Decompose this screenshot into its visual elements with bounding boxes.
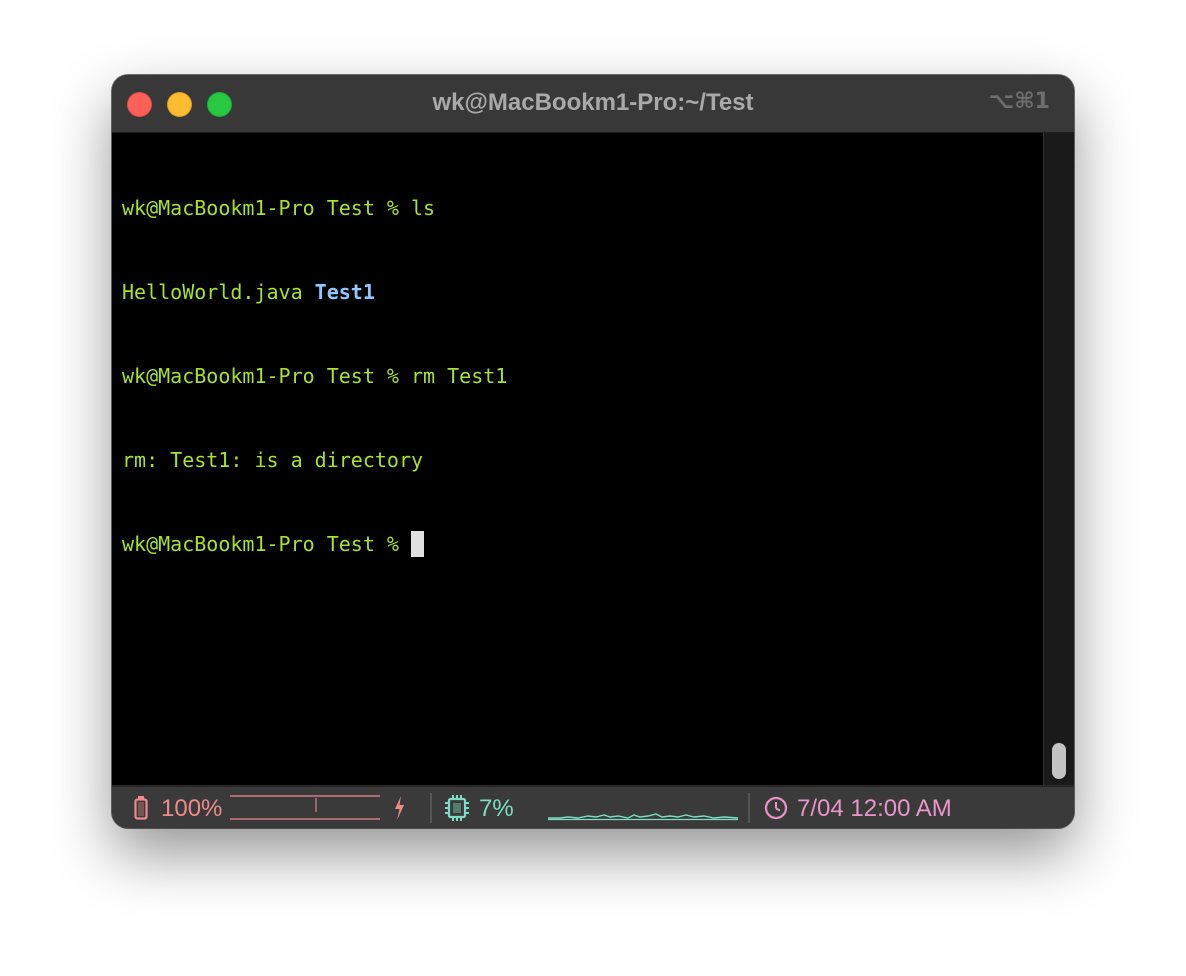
terminal-line: rm: Test1: is a directory (122, 446, 507, 474)
cpu-chip-icon (444, 794, 470, 828)
battery-percent: 100% (161, 795, 223, 822)
directory-entry: Test1 (314, 280, 375, 304)
bolt-icon (392, 795, 406, 828)
terminal-line: wk@MacBookm1-Pro Test % (122, 530, 507, 558)
title-bar[interactable]: wk@MacBookm1-Pro:~/Test ⌥⌘1 (112, 75, 1074, 133)
command-ls: wk@MacBookm1-Pro Test % ls (122, 196, 436, 220)
cpu-graph (548, 797, 740, 828)
text-cursor[interactable] (410, 531, 424, 557)
window-shortcut: ⌥⌘1 (988, 89, 1050, 114)
clock-icon (764, 795, 788, 828)
terminal-line: HelloWorld.java Test1 (122, 278, 507, 306)
scrollbar-thumb[interactable] (1052, 743, 1066, 779)
prompt: wk@MacBookm1-Pro Test % (122, 532, 411, 556)
terminal-window: wk@MacBookm1-Pro:~/Test ⌥⌘1 wk@MacBookm1… (112, 75, 1074, 828)
battery-icon (134, 795, 148, 828)
cpu-percent: 7% (479, 795, 514, 822)
status-bar: 100% 7% 7/04 12:00 AM (112, 786, 1074, 828)
terminal-output[interactable]: wk@MacBookm1-Pro Test % ls HelloWorld.ja… (112, 133, 1043, 785)
scrollbar[interactable] (1043, 133, 1074, 785)
window-title: wk@MacBookm1-Pro:~/Test (432, 89, 754, 116)
status-divider (430, 793, 432, 823)
terminal-line: wk@MacBookm1-Pro Test % ls (122, 194, 507, 222)
error-message: rm: Test1: is a directory (122, 448, 424, 472)
status-divider (748, 793, 750, 823)
file-entry: HelloWorld.java (122, 280, 303, 304)
command-rm: wk@MacBookm1-Pro Test % rm Test1 (122, 364, 508, 388)
date-time: 7/04 12:00 AM (797, 795, 952, 822)
battery-graph (230, 794, 382, 828)
terminal-line: wk@MacBookm1-Pro Test % rm Test1 (122, 362, 507, 390)
